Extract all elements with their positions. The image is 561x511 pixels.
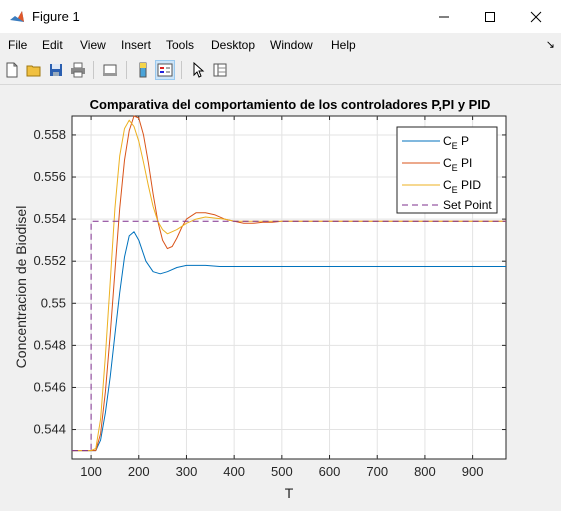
matlab-logo-icon <box>9 9 25 25</box>
y-tick-label: 0.548 <box>33 337 66 352</box>
x-tick-label: 700 <box>366 464 388 479</box>
menu-help[interactable]: Help <box>331 38 356 52</box>
y-axis-label: Concentracion de Biodisel <box>13 206 29 369</box>
link-plot-icon <box>103 64 117 76</box>
y-tick-label: 0.546 <box>33 379 66 394</box>
menu-edit[interactable]: Edit <box>42 38 63 52</box>
property-inspector-button[interactable] <box>210 60 230 80</box>
toolbar-separator <box>126 61 127 79</box>
menu-desktop[interactable]: Desktop <box>211 38 255 52</box>
toolbar-separator <box>93 61 94 79</box>
figure-toolbar <box>0 57 561 85</box>
x-tick-label: 500 <box>271 464 293 479</box>
save-icon <box>50 64 62 76</box>
pointer-icon <box>193 62 205 78</box>
open-file-button[interactable] <box>24 60 44 80</box>
toolbar-separator <box>181 61 182 79</box>
legend-label: Set Point <box>443 198 492 212</box>
new-figure-icon <box>6 62 18 78</box>
x-tick-label: 800 <box>414 464 436 479</box>
menu-bar: File Edit View Insert Tools Desktop Wind… <box>0 33 561 57</box>
x-tick-label: 600 <box>319 464 341 479</box>
print-icon <box>71 62 85 78</box>
y-tick-label: 0.55 <box>41 295 66 310</box>
menu-tools[interactable]: Tools <box>166 38 194 52</box>
x-tick-label: 900 <box>462 464 484 479</box>
dock-arrow-icon[interactable]: ↘ <box>546 38 555 51</box>
close-icon <box>530 11 542 22</box>
legend-button[interactable] <box>155 60 175 80</box>
colorbar-icon <box>139 62 147 78</box>
x-tick-label: 400 <box>223 464 245 479</box>
x-tick-label: 200 <box>128 464 150 479</box>
minimize-button[interactable] <box>421 0 467 33</box>
link-plot-button[interactable] <box>100 60 120 80</box>
minimize-icon <box>439 16 449 17</box>
new-figure-button[interactable] <box>2 60 22 80</box>
menu-view[interactable]: View <box>80 38 106 52</box>
x-tick-label: 100 <box>80 464 102 479</box>
menu-window[interactable]: Window <box>270 38 313 52</box>
legend[interactable]: CE PCE PICE PIDSet Point <box>396 126 498 214</box>
property-inspector-icon <box>213 63 227 77</box>
print-button[interactable] <box>68 60 88 80</box>
chart-title: Comparativa del comportamiento de los co… <box>90 97 491 112</box>
y-tick-label: 0.552 <box>33 253 66 268</box>
save-button[interactable] <box>46 60 66 80</box>
menu-file[interactable]: File <box>8 38 27 52</box>
window-title-bar[interactable]: Figure 1 <box>0 0 561 33</box>
legend-icon <box>157 63 173 77</box>
line-chart[interactable]: Comparativa del comportamiento de los co… <box>0 85 561 506</box>
x-tick-label: 300 <box>176 464 198 479</box>
y-tick-label: 0.544 <box>33 422 66 437</box>
colorbar-button[interactable] <box>133 60 153 80</box>
close-button[interactable] <box>513 0 559 33</box>
y-tick-label: 0.558 <box>33 127 66 142</box>
window-title: Figure 1 <box>32 9 80 24</box>
x-axis-label: T <box>285 485 294 501</box>
open-file-icon <box>26 65 41 77</box>
y-tick-label: 0.554 <box>33 211 66 226</box>
y-tick-label: 0.556 <box>33 169 66 184</box>
figure-canvas: Comparativa del comportamiento de los co… <box>0 85 561 506</box>
maximize-icon <box>485 11 495 22</box>
menu-insert[interactable]: Insert <box>121 38 151 52</box>
maximize-button[interactable] <box>467 0 513 33</box>
pointer-button[interactable] <box>188 60 208 80</box>
